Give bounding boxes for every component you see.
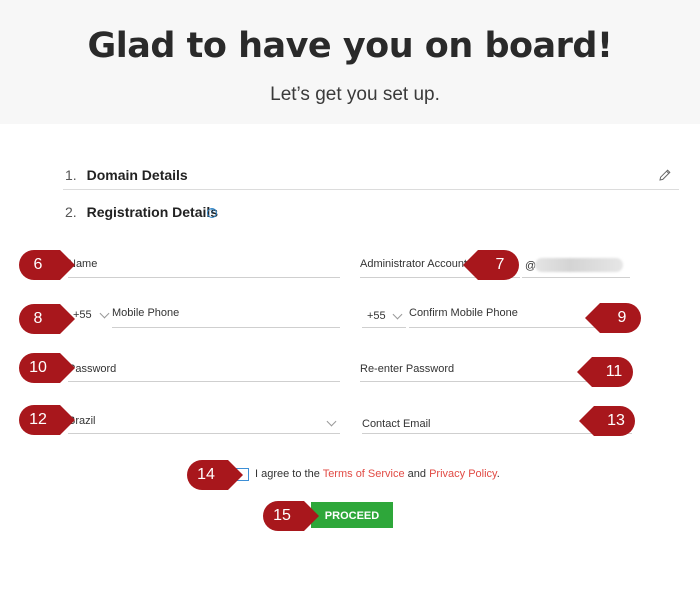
admin-domain-underline [522,252,630,278]
admin-account-placeholder: Administrator Account [360,258,467,270]
password-field[interactable]: Password [68,356,340,382]
annotation-marker-12: 12 [18,404,76,436]
agreement-and: and [407,468,427,480]
page-title: Glad to have you on board! [87,26,613,66]
section-divider [63,189,679,190]
name-field[interactable]: Name [68,252,340,278]
annotation-marker-10: 10 [18,352,76,384]
confirm-country-code-select[interactable]: +55 [362,302,406,328]
mobile-phone-field[interactable]: Mobile Phone [112,302,340,328]
field-underline [68,277,340,278]
pencil-icon[interactable] [658,168,672,182]
annotation-marker-8: 8 [18,303,76,335]
privacy-policy-link[interactable]: Privacy Policy [429,468,497,480]
contact-email-placeholder: Contact Email [362,418,431,430]
step-registration-details: 2. Registration Details [65,204,218,220]
help-icon[interactable]: ? [207,208,217,218]
step-number: 1. [65,167,77,183]
reenter-password-placeholder: Re-enter Password [360,363,455,375]
annotation-marker-11: 11 [576,356,634,388]
annotation-marker-14: 14 [186,459,244,491]
chevron-down-icon [99,308,110,319]
agreement-text: I agree to the Terms of Service and Priv… [255,468,500,480]
mobile-phone-placeholder: Mobile Phone [112,307,180,319]
chevron-down-icon [326,416,337,427]
proceed-button[interactable]: PROCEED [311,502,393,528]
field-underline [68,433,340,434]
confirm-mobile-placeholder: Confirm Mobile Phone [409,307,518,319]
step-number: 2. [65,204,77,220]
annotation-marker-13: 13 [578,405,636,437]
field-underline [362,327,406,328]
annotation-marker-7: 7 [462,249,520,281]
country-select[interactable]: Brazil [68,408,340,434]
chevron-down-icon [392,309,403,320]
agreement-prefix: I agree to the [255,468,320,480]
annotation-marker-15: 15 [262,500,320,532]
agreement-suffix: . [496,468,500,480]
terms-of-service-link[interactable]: Terms of Service [323,468,405,480]
annotation-marker-6: 6 [18,249,76,281]
step-label: Registration Details [86,204,219,220]
annotation-marker-9: 9 [584,302,642,334]
page-subtitle: Let’s get you set up. [270,84,440,105]
step-domain-details[interactable]: 1. Domain Details [65,167,188,183]
step-label: Domain Details [86,167,188,183]
confirm-country-code: +55 [367,310,386,322]
field-underline [112,327,340,328]
field-underline [68,381,340,382]
